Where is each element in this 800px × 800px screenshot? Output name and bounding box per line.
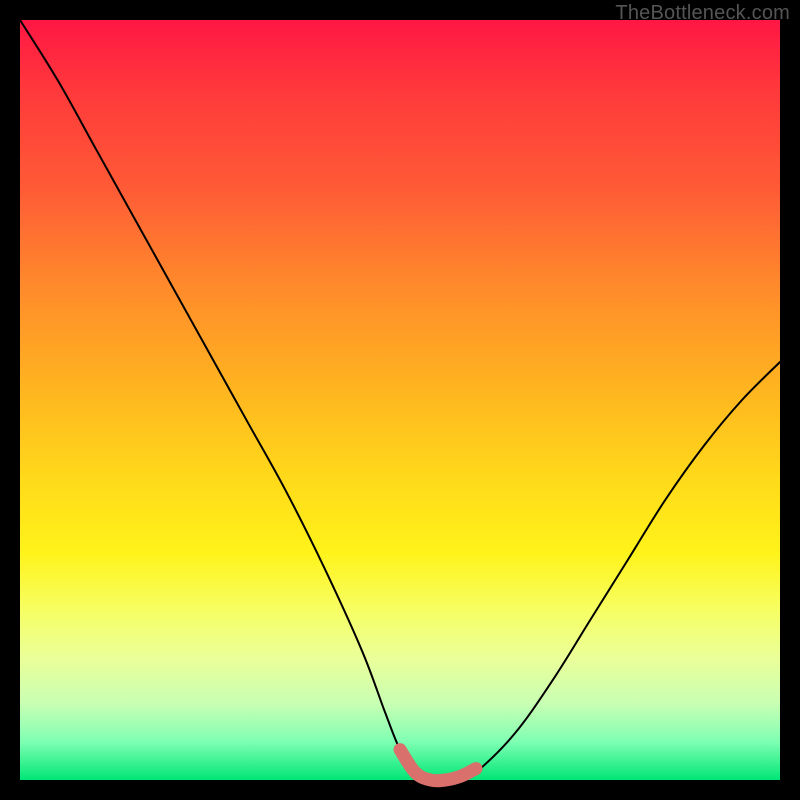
optimal-band-path xyxy=(400,750,476,781)
plot-area xyxy=(20,20,780,780)
chart-svg xyxy=(20,20,780,780)
watermark-text: TheBottleneck.com xyxy=(615,2,790,25)
bottleneck-curve-path xyxy=(20,20,780,781)
chart-frame: TheBottleneck.com xyxy=(0,0,800,800)
